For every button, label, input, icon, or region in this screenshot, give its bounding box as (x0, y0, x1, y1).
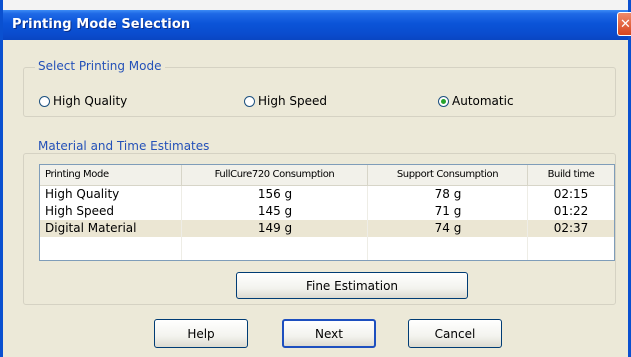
help-button[interactable]: Help (154, 319, 248, 348)
cell-fullcure: 156 g (257, 187, 293, 201)
table-row[interactable]: High Speed 145 g 71 g 01:22 (40, 203, 614, 220)
cell-support: 74 g (434, 221, 462, 235)
radio-label-high-speed: High Speed (258, 94, 328, 108)
next-button[interactable]: Next (282, 319, 376, 348)
table-header: Printing Mode FullCure720 Consumption Su… (40, 165, 614, 186)
fine-estimation-button[interactable]: Fine Estimation (236, 272, 468, 299)
cell-support: 71 g (434, 204, 462, 218)
close-button[interactable]: ✕ (617, 12, 631, 36)
radio-automatic[interactable]: Automatic (438, 94, 514, 108)
table-row-selected[interactable]: Digital Material 149 g 74 g 02:37 (40, 220, 614, 237)
printing-mode-group-label: Select Printing Mode (35, 59, 165, 73)
printing-mode-group (23, 67, 616, 117)
radio-checked-icon (438, 95, 449, 107)
cell-mode: High Quality (45, 187, 120, 201)
cell-mode: Digital Material (45, 221, 137, 235)
radio-label-high-quality: High Quality (53, 94, 128, 108)
table-row[interactable]: High Quality 156 g 78 g 02:15 (40, 186, 614, 203)
cell-mode: High Speed (45, 204, 115, 218)
estimates-group-label: Material and Time Estimates (35, 139, 213, 153)
column-header-fullcure[interactable]: FullCure720 Consumption (182, 165, 368, 185)
radio-icon (244, 95, 255, 107)
cell-fullcure: 145 g (257, 204, 293, 218)
top-strip (3, 0, 628, 10)
close-icon: ✕ (620, 16, 631, 32)
radio-label-automatic: Automatic (452, 94, 514, 108)
column-header-printing-mode[interactable]: Printing Mode (40, 165, 182, 185)
column-header-support[interactable]: Support Consumption (368, 165, 528, 185)
window-title: Printing Mode Selection (12, 17, 191, 32)
title-bar[interactable]: Printing Mode Selection ✕ (3, 10, 631, 40)
cancel-button[interactable]: Cancel (408, 319, 502, 348)
estimates-table[interactable]: Printing Mode FullCure720 Consumption Su… (39, 164, 615, 261)
cell-support: 78 g (434, 187, 462, 201)
column-header-build-time[interactable]: Build time (528, 165, 614, 185)
radio-icon (39, 95, 50, 107)
cell-fullcure: 149 g (257, 221, 293, 235)
radio-high-speed[interactable]: High Speed (244, 94, 327, 108)
cell-build-time: 01:22 (553, 204, 589, 218)
cell-build-time: 02:37 (553, 221, 589, 235)
radio-high-quality[interactable]: High Quality (39, 94, 127, 108)
dialog-window: Printing Mode Selection ✕ Select Printin… (0, 0, 631, 357)
cell-build-time: 02:15 (553, 187, 589, 201)
